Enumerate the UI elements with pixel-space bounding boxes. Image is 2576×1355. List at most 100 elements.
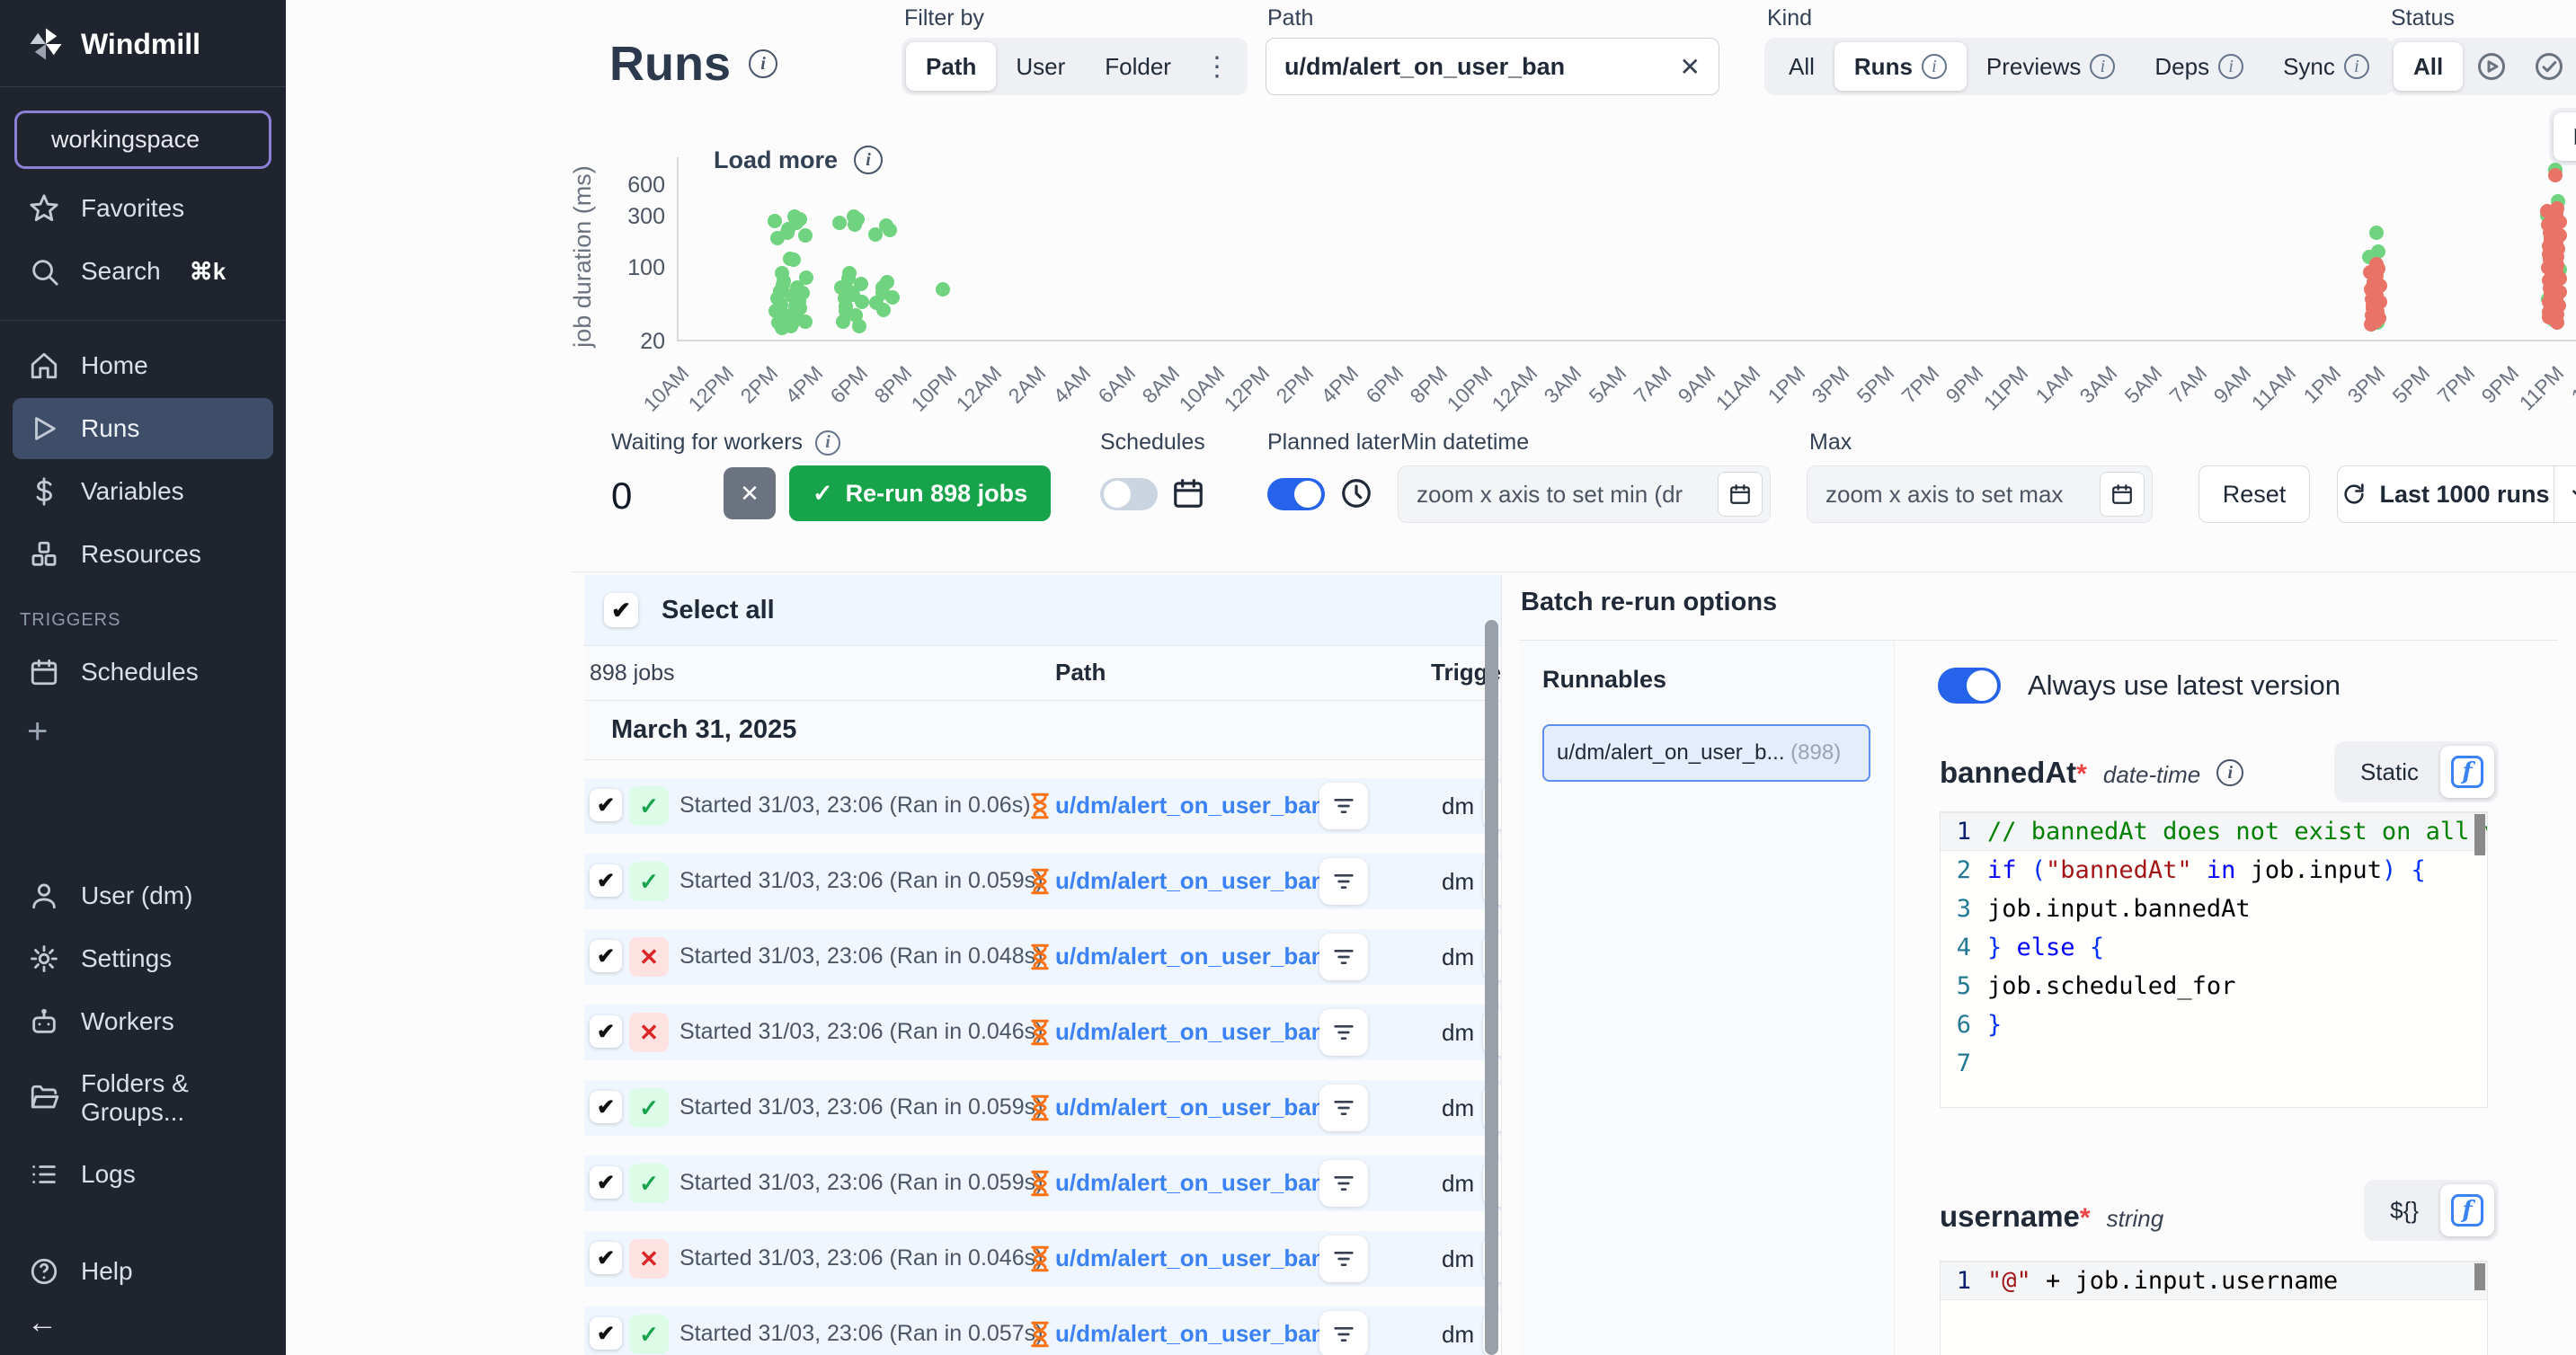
info-icon[interactable]: i bbox=[2216, 759, 2243, 786]
rerun-jobs-button[interactable]: ✓Re-run 898 jobs bbox=[789, 465, 1051, 521]
filter-by-path-button[interactable] bbox=[1319, 858, 1368, 905]
failure-run-dot[interactable] bbox=[2550, 315, 2564, 330]
last-runs-button[interactable]: Last 1000 runs bbox=[2338, 481, 2554, 509]
min-datetime-input[interactable]: zoom x axis to set min (dr bbox=[1417, 481, 1718, 509]
sidebar-item-schedules[interactable]: Schedules bbox=[13, 642, 273, 703]
table-row[interactable]: ✔✕Started 31/03, 23:06 (Ran in 0.048s)u/… bbox=[584, 929, 1501, 985]
success-run-dot[interactable] bbox=[832, 216, 847, 230]
latest-version-toggle[interactable] bbox=[1938, 668, 2001, 704]
sidebar-item-home[interactable]: Home bbox=[13, 335, 273, 396]
success-run-dot[interactable] bbox=[2369, 226, 2384, 240]
scatter-plot[interactable] bbox=[677, 157, 2576, 341]
static-mode-button[interactable]: Static bbox=[2339, 746, 2440, 798]
filter-by-path[interactable]: Path bbox=[906, 42, 996, 91]
success-run-dot[interactable] bbox=[936, 282, 950, 297]
success-run-dot[interactable] bbox=[768, 214, 782, 228]
last-runs-dropdown-button[interactable] bbox=[2554, 466, 2576, 522]
filter-by-folder[interactable]: Folder bbox=[1085, 42, 1191, 91]
javascript-mode-button[interactable]: f bbox=[2440, 1184, 2494, 1236]
filter-by-path-button[interactable] bbox=[1319, 1311, 1368, 1355]
info-icon[interactable]: i bbox=[749, 49, 777, 78]
success-run-dot[interactable] bbox=[836, 314, 850, 329]
success-run-dot[interactable] bbox=[798, 314, 813, 329]
calendar-icon[interactable] bbox=[1718, 472, 1763, 517]
filter-by-path-button[interactable] bbox=[1319, 1235, 1368, 1282]
run-path-link[interactable]: u/dm/alert_on_user_ban bbox=[1055, 1169, 1326, 1197]
run-path-link[interactable]: u/dm/alert_on_user_ban bbox=[1055, 867, 1326, 895]
status-all[interactable]: All bbox=[2394, 42, 2463, 91]
table-row[interactable]: ✔✕Started 31/03, 23:06 (Ran in 0.046s)u/… bbox=[584, 1231, 1501, 1287]
success-run-dot[interactable] bbox=[855, 295, 869, 309]
sidebar-item-runs[interactable]: Runs bbox=[13, 398, 273, 459]
sidebar-item-resources[interactable]: Resources bbox=[13, 524, 273, 585]
row-checkbox[interactable]: ✔ bbox=[590, 1091, 622, 1123]
success-run-dot[interactable] bbox=[786, 252, 801, 267]
workspace-switcher[interactable]: workingspace bbox=[14, 111, 271, 169]
table-row[interactable]: ✔✓Started 31/03, 23:06 (Ran in 0.059s)u/… bbox=[584, 854, 1501, 909]
failure-run-dot[interactable] bbox=[2364, 317, 2378, 332]
sidebar-item-favorites[interactable]: Favorites bbox=[13, 178, 273, 239]
run-path-link[interactable]: u/dm/alert_on_user_ban bbox=[1055, 1320, 1326, 1348]
planned-later-toggle[interactable] bbox=[1267, 478, 1325, 510]
sidebar-item-user-dm[interactable]: User (dm) bbox=[13, 865, 273, 926]
filter-by-user[interactable]: User bbox=[996, 42, 1085, 91]
success-run-dot[interactable] bbox=[775, 321, 789, 335]
info-icon[interactable]: i bbox=[815, 430, 840, 456]
kind-all[interactable]: All bbox=[1769, 42, 1834, 91]
run-path-link[interactable]: u/dm/alert_on_user_ban bbox=[1055, 792, 1326, 819]
kind-deps[interactable]: Depsi bbox=[2135, 42, 2263, 91]
failure-run-dot[interactable] bbox=[2548, 168, 2563, 182]
javascript-mode-button[interactable]: f bbox=[2440, 746, 2494, 798]
success-run-dot[interactable] bbox=[848, 217, 862, 232]
sidebar-item-settings[interactable]: Settings bbox=[13, 928, 273, 989]
kind-previews[interactable]: Previewsi bbox=[1967, 42, 2135, 91]
table-scrollbar[interactable] bbox=[1485, 620, 1498, 1355]
table-row[interactable]: ✔✓Started 31/03, 23:06 (Ran in 0.057s)u/… bbox=[584, 1306, 1501, 1355]
sidebar-item-search[interactable]: Search⌘k bbox=[13, 241, 273, 302]
reset-button[interactable]: Reset bbox=[2198, 465, 2310, 523]
template-mode-button[interactable]: ${} bbox=[2368, 1184, 2440, 1236]
sidebar-item-folders-groups[interactable]: Folders & Groups... bbox=[13, 1054, 273, 1142]
schedules-toggle[interactable] bbox=[1100, 478, 1158, 510]
row-checkbox[interactable]: ✔ bbox=[590, 789, 622, 821]
table-row[interactable]: ✔✓Started 31/03, 23:06 (Ran in 0.059s)u/… bbox=[584, 1156, 1501, 1211]
success-run-dot[interactable] bbox=[770, 231, 785, 245]
status-play-circle-icon[interactable] bbox=[2463, 42, 2520, 91]
success-run-dot[interactable] bbox=[798, 228, 813, 243]
status-check-circle-icon[interactable] bbox=[2520, 42, 2576, 91]
editor-scrollbar[interactable] bbox=[2474, 1263, 2485, 1290]
row-checkbox[interactable]: ✔ bbox=[590, 1166, 622, 1199]
run-path-link[interactable]: u/dm/alert_on_user_ban bbox=[1055, 1018, 1326, 1046]
run-path-link[interactable]: u/dm/alert_on_user_ban bbox=[1055, 943, 1326, 970]
table-row[interactable]: ✔✓Started 31/03, 23:06 (Ran in 0.06s)u/d… bbox=[584, 778, 1501, 834]
kind-runs[interactable]: Runsi bbox=[1834, 42, 1967, 91]
view-duration[interactable]: Duration bbox=[2554, 112, 2576, 161]
editor-scrollbar[interactable] bbox=[2474, 814, 2485, 855]
row-checkbox[interactable]: ✔ bbox=[590, 940, 622, 972]
path-input[interactable] bbox=[1284, 53, 1680, 81]
run-path-link[interactable]: u/dm/alert_on_user_ban bbox=[1055, 1094, 1326, 1121]
runnable-item[interactable]: u/dm/alert_on_user_b... (898) bbox=[1542, 724, 1870, 782]
table-row[interactable]: ✔✓Started 31/03, 23:06 (Ran in 0.059s)u/… bbox=[584, 1080, 1501, 1136]
filter-by-kebab-menu[interactable]: ⋮ bbox=[1191, 42, 1243, 91]
run-path-link[interactable]: u/dm/alert_on_user_ban bbox=[1055, 1244, 1326, 1272]
username-code-editor[interactable]: 1"@" + job.input.username bbox=[1940, 1261, 2488, 1355]
cancel-selection-button[interactable]: ✕ bbox=[724, 467, 776, 519]
filter-by-path-button[interactable] bbox=[1319, 1160, 1368, 1207]
row-checkbox[interactable]: ✔ bbox=[590, 1242, 622, 1274]
filter-by-path-button[interactable] bbox=[1319, 934, 1368, 980]
success-run-dot[interactable] bbox=[868, 227, 883, 242]
success-run-dot[interactable] bbox=[885, 290, 900, 305]
clear-path-icon[interactable]: ✕ bbox=[1680, 52, 1701, 82]
sidebar-item-workers[interactable]: Workers bbox=[13, 991, 273, 1052]
filter-by-path-button[interactable] bbox=[1319, 1085, 1368, 1131]
success-run-dot[interactable] bbox=[876, 303, 891, 317]
calendar-icon[interactable] bbox=[2100, 472, 2145, 517]
add-trigger-button[interactable]: + bbox=[0, 704, 286, 759]
select-all-checkbox[interactable]: ✔ bbox=[604, 593, 638, 627]
sidebar-item-variables[interactable]: Variables bbox=[13, 461, 273, 522]
sidebar-item-help[interactable]: Help bbox=[13, 1241, 273, 1302]
success-run-dot[interactable] bbox=[852, 319, 866, 333]
row-checkbox[interactable]: ✔ bbox=[590, 1015, 622, 1048]
success-run-dot[interactable] bbox=[883, 223, 897, 237]
